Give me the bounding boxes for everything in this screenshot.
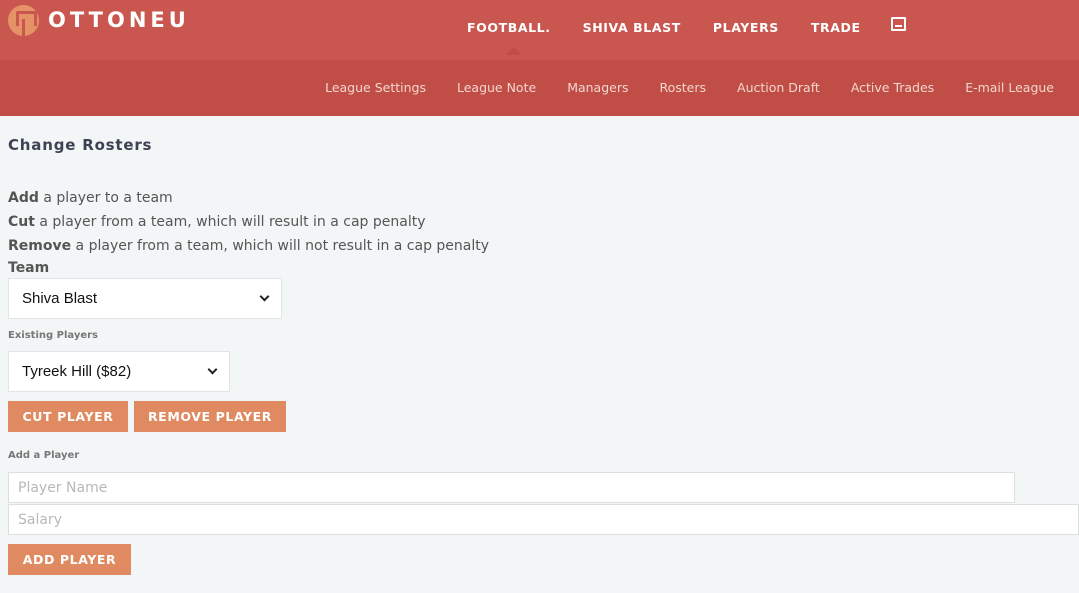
brand-name: OTTONEU bbox=[48, 8, 190, 32]
chevron-down-icon bbox=[207, 364, 218, 375]
nav-football-label: FOOTBALL. bbox=[467, 19, 551, 35]
existing-players-value: Tyreek Hill ($82) bbox=[22, 363, 132, 380]
remove-player-button[interactable]: REMOVE PLAYER bbox=[134, 401, 286, 432]
subnav-email-league[interactable]: E-mail League bbox=[965, 80, 1054, 95]
active-caret-icon bbox=[506, 46, 522, 55]
mail-icon[interactable] bbox=[890, 17, 906, 31]
page-title: Change Rosters bbox=[8, 136, 153, 154]
description-cut-keyword: Cut bbox=[8, 214, 35, 230]
description-cut: Cut a player from a team, which will res… bbox=[8, 214, 426, 230]
team-select-value: Shiva Blast bbox=[22, 290, 98, 307]
nav-players[interactable]: PLAYERS bbox=[713, 20, 779, 35]
description-remove-keyword: Remove bbox=[8, 238, 72, 254]
subnav-league-settings[interactable]: League Settings bbox=[325, 80, 426, 95]
sub-nav: League Settings League Note Managers Ros… bbox=[294, 80, 1054, 95]
nav-football[interactable]: FOOTBALL. bbox=[467, 19, 551, 55]
subnav-league-note[interactable]: League Note bbox=[457, 80, 536, 95]
cut-player-button[interactable]: CUT PLAYER bbox=[8, 401, 128, 432]
subnav-auction-draft[interactable]: Auction Draft bbox=[737, 80, 820, 95]
description-remove-text: a player from a team, which will not res… bbox=[71, 238, 490, 254]
subnav-managers[interactable]: Managers bbox=[567, 80, 628, 95]
top-bar: OTTONEU FOOTBALL. SHIVA BLAST PLAYERS TR… bbox=[0, 0, 1079, 60]
team-select[interactable]: Shiva Blast bbox=[8, 278, 282, 319]
description-remove: Remove a player from a team, which will … bbox=[8, 238, 489, 254]
subnav-rosters[interactable]: Rosters bbox=[660, 80, 707, 95]
description-add-text: a player to a team bbox=[38, 190, 173, 206]
player-name-input[interactable] bbox=[8, 472, 1015, 503]
existing-players-label: Existing Players bbox=[8, 330, 99, 341]
subnav-active-trades[interactable]: Active Trades bbox=[851, 80, 934, 95]
description-add: Add a player to a team bbox=[8, 190, 173, 206]
chevron-down-icon bbox=[259, 291, 270, 302]
salary-input[interactable] bbox=[8, 504, 1079, 535]
add-player-label: Add a Player bbox=[8, 450, 80, 461]
description-cut-text: a player from a team, which will result … bbox=[34, 214, 426, 230]
ottoneu-logo-icon bbox=[8, 4, 39, 36]
sub-nav-bar: League Settings League Note Managers Ros… bbox=[0, 60, 1079, 116]
nav-trade[interactable]: TRADE bbox=[811, 20, 861, 35]
description-add-keyword: Add bbox=[8, 190, 39, 206]
team-label: Team bbox=[8, 260, 50, 276]
logo[interactable]: OTTONEU bbox=[8, 4, 190, 36]
nav-team[interactable]: SHIVA BLAST bbox=[583, 20, 681, 35]
existing-players-select[interactable]: Tyreek Hill ($82) bbox=[8, 351, 230, 392]
add-player-button[interactable]: ADD PLAYER bbox=[8, 544, 131, 575]
main-nav: FOOTBALL. SHIVA BLAST PLAYERS TRADE bbox=[467, 17, 906, 55]
